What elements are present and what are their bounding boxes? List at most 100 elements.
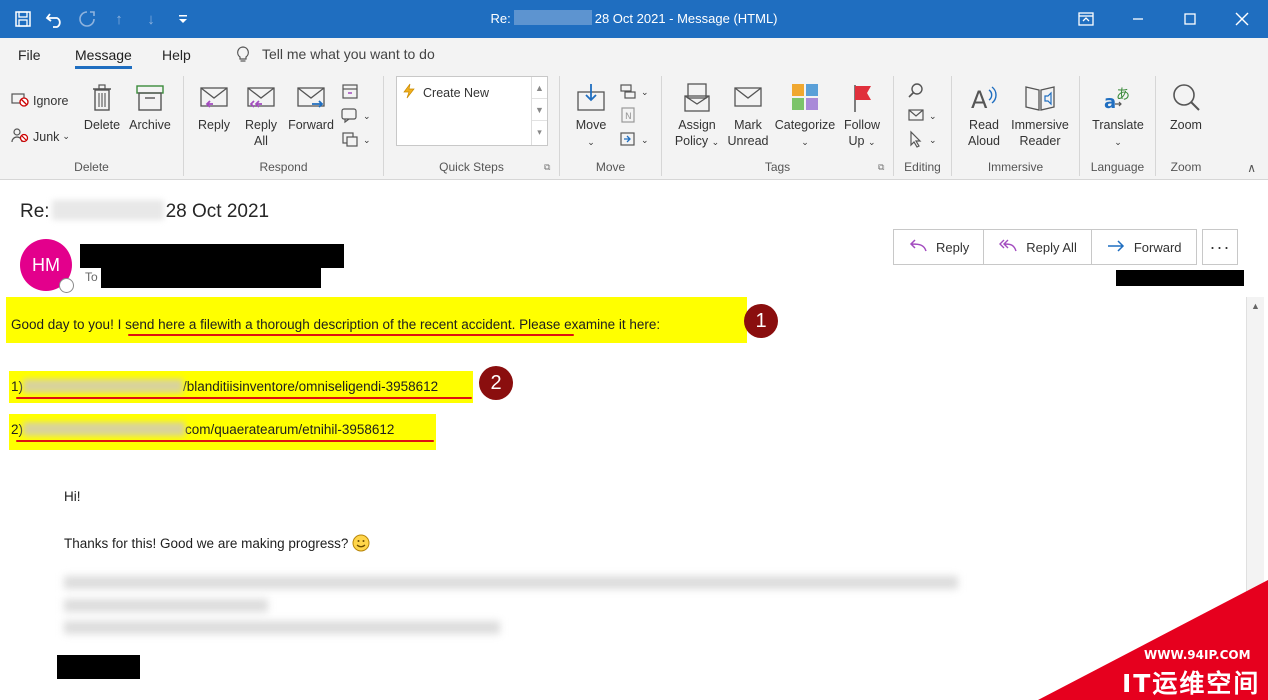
zoom-icon [1169, 82, 1203, 114]
maximize-icon[interactable] [1164, 0, 1216, 38]
tell-me-search[interactable]: Tell me what you want to do [236, 46, 435, 67]
mark-label-2: Unread [727, 134, 769, 148]
tab-help[interactable]: Help [162, 47, 191, 63]
minimize-icon[interactable] [1112, 0, 1164, 38]
ignore-button[interactable]: Ignore [10, 90, 68, 111]
more-actions-button[interactable]: ··· [1202, 229, 1238, 265]
quick-steps-gallery: Create New ▲ ▼ ▾ [396, 76, 548, 146]
reply-button[interactable]: Reply [894, 230, 985, 264]
redacted-recipients [101, 267, 321, 288]
read-aloud-button[interactable]: A Read Aloud [962, 82, 1006, 149]
redacted-sender-name [80, 244, 344, 268]
reply-all-ribbon-button[interactable]: Reply All [240, 82, 282, 149]
scroll-down-icon[interactable]: ▼ [532, 99, 547, 121]
move-label: Move [575, 118, 607, 132]
ribbon-group-zoom: Zoom Zoom [1156, 76, 1216, 176]
follow-up-button[interactable]: Follow Up ⌄ [840, 82, 884, 150]
chevron-down-icon: ⌄ [641, 87, 649, 97]
quick-steps-scroll[interactable]: ▲ ▼ ▾ [531, 77, 547, 145]
meeting-reply-button[interactable] [340, 82, 360, 103]
chat-icon [340, 106, 360, 127]
dialog-launcher-icon[interactable]: ⧉ [544, 162, 550, 173]
flag-icon [845, 82, 879, 114]
related-button[interactable]: ⌄ [906, 106, 937, 127]
categorize-label: Categorize [774, 118, 836, 132]
window-controls [1060, 0, 1268, 38]
ribbon-group-immersive: A Read Aloud Immersive Reader Immersive [952, 76, 1080, 176]
reply-button[interactable]: Reply [194, 82, 234, 133]
delete-button[interactable]: Delete [82, 82, 122, 133]
follow-label-1: Follow [843, 118, 881, 132]
create-new-quick-step[interactable]: Create New [401, 83, 489, 102]
title-bar: ↑ ↓ Re: 28 Oct 2021 - Message (HTML) [0, 0, 1268, 38]
cursor-icon [906, 130, 926, 151]
blurred-text-line [64, 621, 500, 634]
tab-message[interactable]: Message [75, 47, 132, 69]
mark-unread-icon [731, 82, 765, 114]
tab-file[interactable]: File [18, 47, 41, 63]
trash-icon [85, 82, 119, 114]
im-reply-button[interactable]: ⌄ [340, 106, 371, 127]
mark-label-1: Mark [734, 118, 762, 132]
link-1-path: /blanditiisinventore/omniseligendi-39586… [183, 379, 439, 394]
move-button[interactable]: Move ⌄ [570, 82, 612, 150]
scroll-up-arrow-icon[interactable]: ▲ [1247, 297, 1264, 315]
forward-button[interactable]: Forward [1092, 230, 1196, 264]
ribbon-group-move: Move ⌄ ⌄ N ⌄ Move [560, 76, 662, 176]
svg-text:あ: あ [1116, 87, 1130, 103]
delete-group-label: Delete [74, 160, 109, 174]
follow-label-2: Up [848, 134, 865, 148]
ribbon-group-delete: Ignore Junk ⌄ Delete Archive Delete [0, 76, 184, 176]
onenote-button[interactable]: N [618, 106, 638, 127]
translate-label: Translate [1092, 118, 1144, 132]
blurred-text-line [64, 599, 268, 612]
more-respond-button[interactable]: ⌄ [340, 130, 371, 151]
ribbon-display-icon[interactable] [1060, 0, 1112, 38]
select-button[interactable]: ⌄ [906, 130, 937, 151]
forward-icon [1106, 239, 1126, 256]
link-2-path: com/quaeratearum/etnihil-3958612 [185, 422, 395, 437]
ignore-icon [10, 90, 30, 111]
reply-all-icon [998, 239, 1018, 256]
ribbon-group-editing: ⌄ ⌄ Editing [894, 76, 952, 176]
reply-label: Reply [198, 118, 230, 132]
chevron-down-icon: ⌄ [801, 137, 809, 147]
redacted-sender [513, 10, 592, 25]
ignore-label: Ignore [33, 93, 69, 108]
to-label: To [85, 270, 98, 284]
menu-bar: File Message Help Tell me what you want … [0, 38, 1268, 72]
collapse-ribbon-icon[interactable]: ∧ [1247, 161, 1256, 175]
chevron-down-icon: ⌄ [929, 135, 937, 145]
translate-button[interactable]: aあ Translate ⌄ [1088, 82, 1148, 150]
mark-unread-button[interactable]: Mark Unread [726, 82, 770, 149]
chevron-down-icon: ⌄ [587, 137, 595, 147]
rules-button[interactable]: ⌄ [618, 82, 649, 103]
lightning-icon [401, 83, 417, 102]
link-2[interactable]: 2) com/quaeratearum/etnihil-3958612 [11, 422, 394, 437]
chevron-down-icon: ⌄ [62, 131, 70, 141]
policy-icon [680, 82, 714, 114]
zoom-button[interactable]: Zoom [1164, 82, 1208, 133]
junk-button[interactable]: Junk ⌄ [10, 126, 70, 147]
archive-button[interactable]: Archive [126, 82, 174, 133]
ribbon-group-respond: Reply Reply All Forward ⌄ ⌄ Respond [184, 76, 384, 176]
categorize-button[interactable]: Categorize ⌄ [772, 82, 838, 150]
link-2-prefix: 2) [11, 422, 24, 437]
expand-gallery-icon[interactable]: ▾ [532, 121, 547, 143]
reply-all-button[interactable]: Reply All [984, 230, 1092, 264]
assign-label-2: Policy [674, 134, 709, 148]
scroll-up-icon[interactable]: ▲ [532, 77, 547, 99]
reply-all-label: Reply All [1026, 239, 1077, 255]
actions-button[interactable]: ⌄ [618, 130, 649, 151]
close-icon[interactable] [1216, 0, 1268, 38]
assign-policy-button[interactable]: Assign Policy ⌄ [672, 82, 722, 150]
forward-ribbon-button[interactable]: Forward [286, 82, 336, 133]
link-1[interactable]: 1) /blanditiisinventore/omniseligendi-395… [11, 379, 438, 394]
window-title-suffix: 28 Oct 2021 - Message (HTML) [594, 11, 778, 26]
message-actions: Reply Reply All Forward [893, 229, 1197, 265]
find-button[interactable] [906, 82, 926, 103]
immersive-reader-button[interactable]: Immersive Reader [1008, 82, 1072, 149]
immersive-reader-icon [1023, 82, 1057, 114]
link-1-prefix: 1) [11, 379, 24, 394]
search-icon [906, 82, 926, 103]
